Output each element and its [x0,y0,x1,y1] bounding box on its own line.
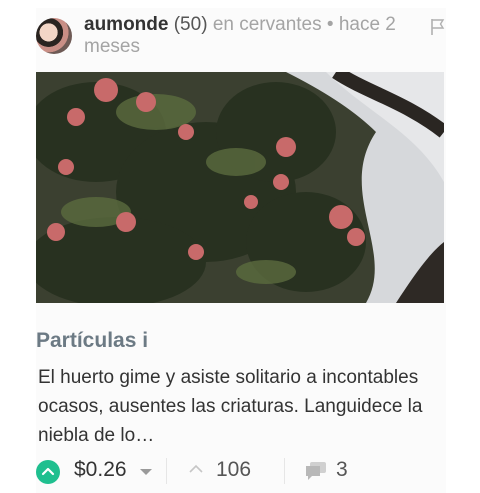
comment-count[interactable]: 3 [336,458,348,482]
community-prefix: en [212,14,234,35]
flag-icon[interactable] [430,18,446,36]
post-meta: aumonde (50) en cervantes • hace 2 meses [84,14,424,58]
payout-value[interactable]: $0.26 [74,458,127,482]
post-footer: $0.26 106 3 [36,456,446,486]
avatar[interactable] [36,18,72,54]
post-header: aumonde (50) en cervantes • hace 2 meses [36,8,446,70]
author-reputation: (50) [173,14,208,35]
upvote-icon [41,467,55,476]
vote-count[interactable]: 106 [216,458,251,482]
community-link[interactable]: cervantes [239,14,321,35]
post-card[interactable]: aumonde (50) en cervantes • hace 2 meses [36,8,446,493]
post-excerpt[interactable]: El huerto gime y asiste solitario a inco… [38,363,438,450]
meta-separator: • [326,14,334,35]
footer-divider [284,458,285,484]
comments-icon[interactable] [304,461,328,481]
upvote-button[interactable] [36,460,60,484]
author-link[interactable]: aumonde [84,14,168,35]
footer-divider [166,458,167,484]
post-image-art [36,72,444,303]
chevron-up-icon[interactable] [188,464,204,474]
caret-down-icon[interactable] [140,469,152,475]
post-image[interactable] [36,72,444,303]
post-title[interactable]: Partículas i [36,329,148,353]
